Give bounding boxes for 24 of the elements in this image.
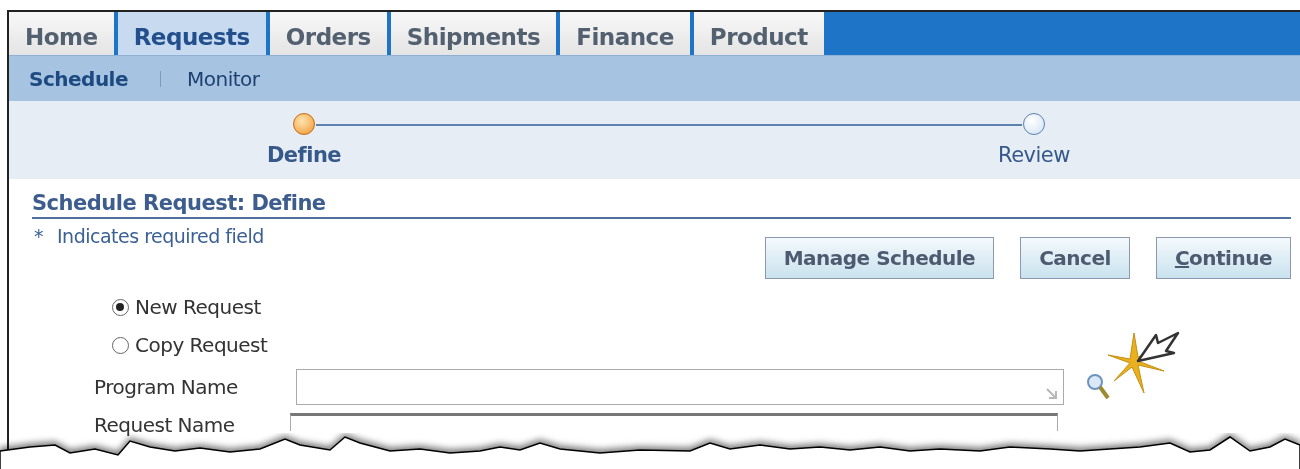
action-button[interactable]: Cancel — [1020, 237, 1130, 279]
nav-tab[interactable]: Product — [693, 12, 828, 55]
field-label: Request Name — [94, 413, 236, 437]
step-label: Define — [266, 143, 342, 167]
search-icon[interactable] — [1086, 372, 1112, 402]
nav-tab[interactable]: Finance — [560, 12, 694, 55]
sub-tab-link[interactable]: Monitor — [187, 66, 260, 91]
nav-tab[interactable]: Shipments — [390, 12, 561, 55]
input-field[interactable] — [296, 369, 1064, 405]
resize-corner-icon — [1045, 387, 1059, 401]
required-note: Indicates required field — [57, 225, 264, 247]
input-field[interactable] — [290, 413, 1058, 431]
sub-tab-link[interactable]: Schedule — [29, 66, 129, 91]
page-title: Schedule Request: Define — [32, 191, 1291, 219]
nav-tab[interactable]: Home — [9, 12, 118, 55]
radio-option[interactable]: New Request — [112, 295, 1291, 319]
nav-tab[interactable]: Orders — [269, 12, 391, 55]
field-label: Program Name — [94, 375, 239, 399]
radio-option[interactable]: Copy Request — [112, 333, 1291, 357]
action-button[interactable]: Manage Schedule — [764, 237, 995, 279]
nav-tab[interactable]: Requests — [117, 12, 270, 55]
step-label: Review — [998, 143, 1070, 167]
action-button[interactable]: Continue — [1155, 237, 1291, 279]
required-mark: * — [34, 225, 43, 247]
